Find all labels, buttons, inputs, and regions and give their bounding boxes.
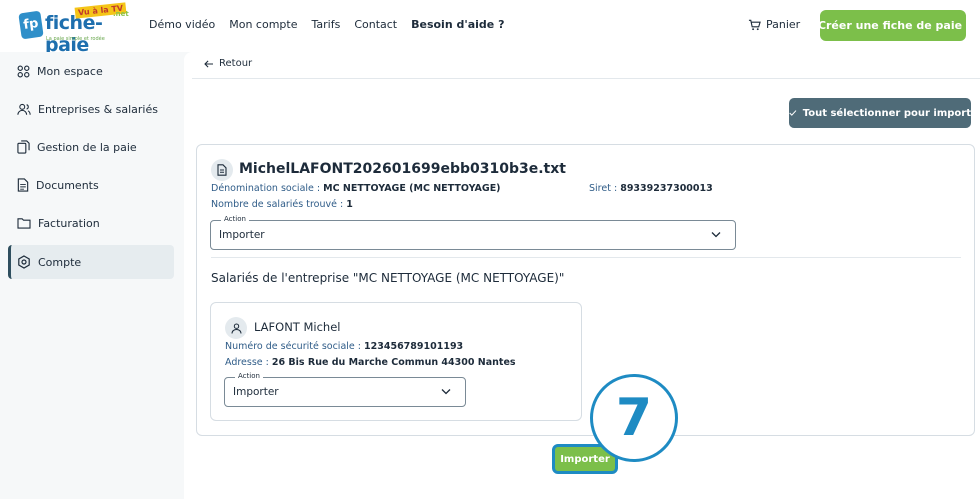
divider [192,78,980,79]
import-label: Importer [560,453,610,465]
chevron-down-icon [441,389,451,395]
employee-action-select[interactable]: Action Importer [224,372,466,407]
denomination-value: MC NETTOYAGE (MC NETTOYAGE) [323,183,501,194]
sidebar-item-gestion-paie[interactable]: Gestion de la paie [8,130,174,164]
file-action-label: Action [221,215,249,223]
siret-value: 89339237300013 [620,183,713,194]
top-header: fp fiche-paie Vu à la TV .net La paie si… [0,0,980,56]
copy-icon [17,140,30,154]
cart-icon [748,19,761,30]
grid-icon [17,65,30,77]
select-all-label: Tout sélectionner pour import [802,107,971,119]
employees-section-title: Salariés de l'entreprise "MC NETTOYAGE (… [211,271,565,285]
chevron-down-icon [711,232,721,238]
sidebar-item-label: Entreprises & salariés [38,102,158,116]
check-icon [789,110,797,116]
nav-contact[interactable]: Contact [354,18,397,31]
ssn-info: Numéro de sécurité sociale : 12345678910… [225,341,463,352]
cart-link[interactable]: Panier [748,18,800,31]
address-info: Adresse : 26 Bis Rue du Marche Commun 44… [225,357,516,368]
sidebar-item-label: Facturation [38,216,100,230]
logo-net: .net [113,10,129,18]
denomination-info: Dénomination sociale : MC NETTOYAGE (MC … [211,183,501,194]
cart-label: Panier [766,18,801,31]
file-action-value: Importer [219,229,265,241]
sidebar-item-label: Gestion de la paie [37,140,137,154]
main-nav: Démo vidéo Mon compte Tarifs Contact Bes… [149,18,518,31]
users-icon [17,103,31,115]
back-label: Retour [219,58,253,69]
sidebar-item-mon-espace[interactable]: Mon espace [8,54,174,88]
employee-action-label: Action [235,372,263,380]
select-all-button[interactable]: Tout sélectionner pour import [789,98,971,128]
sidebar-item-label: Documents [36,178,99,192]
nav-tarifs[interactable]: Tarifs [311,18,340,31]
section-divider [211,257,961,258]
address-value: 26 Bis Rue du Marche Commun 44300 Nantes [271,357,516,368]
sidebar-item-facturation[interactable]: Facturation [8,206,174,240]
sidebar-item-compte[interactable]: Compte [8,245,174,279]
employee-count-label: Nombre de salariés trouvé : [211,199,344,210]
logo-mark: fp [18,10,44,40]
sidebar-item-label: Compte [38,255,82,269]
employee-name: LAFONT Michel [254,320,341,334]
employee-action-value: Importer [233,386,279,398]
employee-count-info: Nombre de salariés trouvé : 1 [211,199,353,210]
denomination-label: Dénomination sociale : [211,183,321,194]
create-payslip-label: Créer une fiche de paie [817,19,963,32]
settings-icon [18,255,30,269]
create-payslip-button[interactable]: Créer une fiche de paie [817,10,966,41]
nav-demo-video[interactable]: Démo vidéo [149,18,215,31]
address-label: Adresse : [225,357,269,368]
file-action-select[interactable]: Action Importer [210,215,736,250]
logo-tagline: La paie simple et rodée [46,36,105,42]
file-name: MichelLAFONT202601699ebb0310b3e.txt [239,161,566,177]
folder-icon [17,218,31,229]
sidebar-item-entreprises[interactable]: Entreprises & salariés [8,92,174,126]
site-logo[interactable]: fp fiche-paie Vu à la TV .net La paie si… [18,2,130,56]
siret-label: Siret : [589,183,618,194]
file-icon [211,159,233,181]
nav-help[interactable]: Besoin d'aide ? [411,18,504,31]
document-icon [17,178,29,192]
sidebar-item-label: Mon espace [37,64,103,78]
ssn-value: 123456789101193 [364,341,464,352]
sidebar-item-documents[interactable]: Documents [8,168,174,202]
logo-word: fiche-paie [45,12,103,56]
siret-info: Siret : 89339237300013 [589,183,713,194]
arrow-left-icon [204,60,213,67]
employee-count-value: 1 [346,199,353,210]
ssn-label: Numéro de sécurité sociale : [225,341,361,352]
back-link[interactable]: Retour [204,58,252,69]
user-icon [225,317,247,339]
nav-mon-compte[interactable]: Mon compte [229,18,297,31]
step-number-badge: 7 [590,374,678,462]
